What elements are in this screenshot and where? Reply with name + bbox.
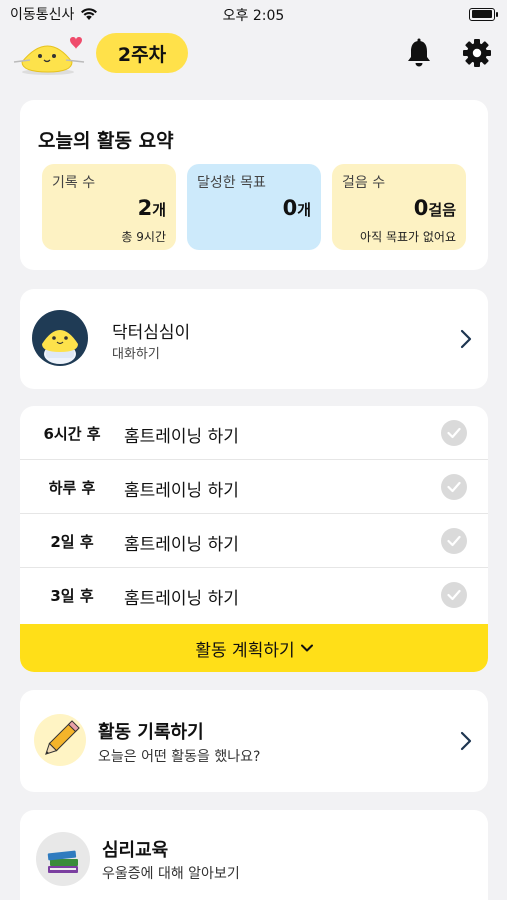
stat-records[interactable]: 기록 수 2개 총 9시간 — [42, 164, 176, 250]
record-title: 활동 기록하기 — [98, 722, 204, 743]
plan-title: 홈트레이닝 하기 — [124, 589, 239, 609]
doctor-mascot-icon — [42, 330, 78, 364]
check-icon[interactable] — [441, 528, 467, 554]
plan-item[interactable]: 2일 후 홈트레이닝 하기 — [20, 514, 488, 568]
mascot-logo — [12, 32, 88, 78]
plan-time: 2일 후 — [50, 533, 94, 551]
plan-time: 3일 후 — [50, 587, 94, 605]
doctor-chat-card[interactable]: 닥터심심이 대화하기 — [20, 289, 488, 389]
mascot-icon — [13, 37, 85, 75]
plan-button-label: 활동 계획하기 — [195, 640, 295, 661]
plan-time: 하루 후 — [48, 479, 96, 497]
stat-value: 2개 — [137, 196, 166, 220]
stat-value: 0걸음 — [413, 196, 456, 220]
chevron-down-icon — [300, 644, 313, 652]
plan-item[interactable]: 하루 후 홈트레이닝 하기 — [20, 460, 488, 514]
status-bar: 이동통신사 오후 2:05 — [0, 0, 507, 28]
stat-steps[interactable]: 걸음 수 0걸음 아직 목표가 없어요 — [332, 164, 466, 250]
plan-title: 홈트레이닝 하기 — [124, 481, 239, 501]
plan-item[interactable]: 3일 후 홈트레이닝 하기 — [20, 568, 488, 622]
bell-icon[interactable] — [405, 38, 433, 68]
gear-icon[interactable] — [462, 38, 492, 68]
app-header: 2주차 — [0, 30, 507, 80]
activity-plan-list: 6시간 후 홈트레이닝 하기 하루 후 홈트레이닝 하기 2일 후 홈트레이닝 … — [20, 406, 488, 672]
pencil-icon — [34, 714, 86, 766]
stat-label: 달성한 목표 — [197, 175, 266, 191]
plan-activity-button[interactable]: 활동 계획하기 — [20, 624, 488, 672]
chevron-right-icon — [460, 329, 472, 349]
education-title: 심리교육 — [102, 840, 169, 861]
stat-sub: 총 9시간 — [121, 230, 166, 244]
record-subtitle: 오늘은 어떤 활동을 했나요? — [98, 749, 261, 765]
stat-value: 0개 — [282, 196, 311, 220]
battery-icon — [469, 7, 498, 21]
stat-sub: 아직 목표가 없어요 — [360, 230, 456, 244]
chat-name: 닥터심심이 — [112, 323, 191, 343]
stat-label: 걸음 수 — [342, 175, 386, 191]
doctor-avatar — [32, 310, 88, 366]
stat-goals[interactable]: 달성한 목표 0개 — [187, 164, 321, 250]
chevron-right-icon — [460, 731, 472, 751]
record-activity-card[interactable]: 활동 기록하기 오늘은 어떤 활동을 했나요? — [20, 690, 488, 792]
check-icon[interactable] — [441, 474, 467, 500]
books-icon — [36, 832, 90, 886]
activity-summary-card: 오늘의 활동 요약 기록 수 2개 총 9시간 달성한 목표 0개 걸음 수 0… — [20, 100, 488, 270]
plan-title: 홈트레이닝 하기 — [124, 427, 239, 447]
plan-item[interactable]: 6시간 후 홈트레이닝 하기 — [20, 406, 488, 460]
check-icon[interactable] — [441, 420, 467, 446]
plan-title: 홈트레이닝 하기 — [124, 535, 239, 555]
education-subtitle: 우울증에 대해 알아보기 — [102, 866, 240, 882]
chat-subtitle: 대화하기 — [112, 347, 160, 362]
stat-label: 기록 수 — [52, 175, 96, 191]
week-badge[interactable]: 2주차 — [96, 33, 188, 73]
plan-time: 6시간 후 — [43, 425, 101, 443]
status-time: 오후 2:05 — [222, 8, 285, 24]
check-icon[interactable] — [441, 582, 467, 608]
psychoeducation-card[interactable]: 심리교육 우울증에 대해 알아보기 — [20, 810, 488, 900]
summary-title: 오늘의 활동 요약 — [38, 130, 174, 152]
